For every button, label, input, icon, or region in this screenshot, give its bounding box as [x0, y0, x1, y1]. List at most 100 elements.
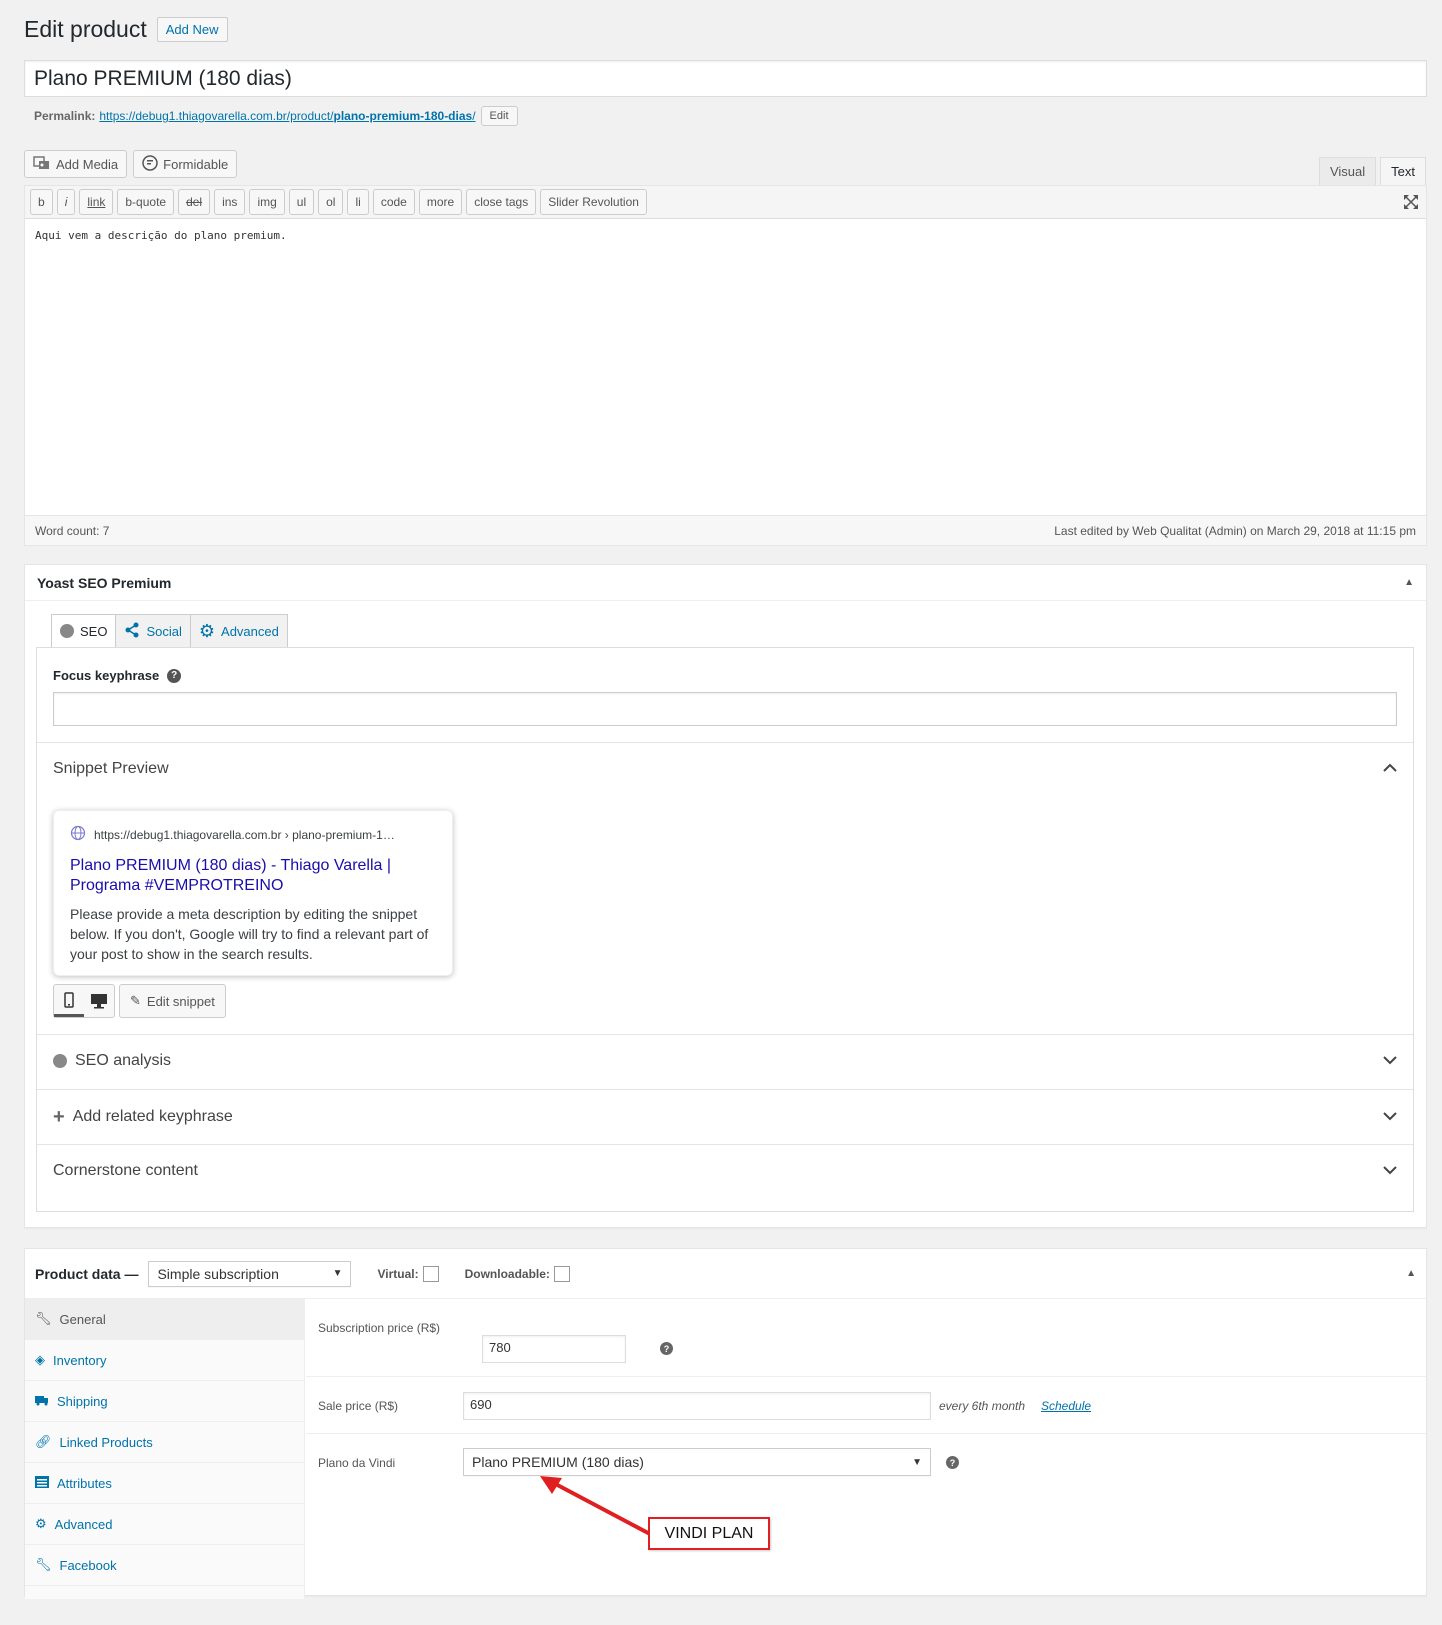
- focus-keyphrase-label: Focus keyphrase ?: [53, 668, 182, 683]
- product-type-select[interactable]: Simple subscription ▼: [148, 1260, 352, 1287]
- qt-italic[interactable]: i: [56, 189, 76, 215]
- permalink-label: Permalink:: [34, 109, 96, 123]
- wrench-icon: 🔧︎: [35, 1557, 52, 1572]
- mobile-icon[interactable]: [54, 985, 84, 1017]
- help-icon[interactable]: ?: [660, 1342, 673, 1355]
- tab-general[interactable]: 🔧︎ General: [25, 1299, 304, 1340]
- help-icon[interactable]: ?: [167, 668, 182, 683]
- chevron-up-icon[interactable]: [1383, 760, 1397, 778]
- snippet-url-row: https://debug1.thiagovarella.com.br › pl…: [70, 825, 436, 844]
- schedule-link[interactable]: Schedule: [1041, 1399, 1091, 1413]
- seo-score-icon: [60, 624, 74, 638]
- yoast-tabs: SEO Social ⚙ Advanced: [51, 614, 288, 648]
- sale-price-label: Sale price (R$): [318, 1399, 399, 1413]
- add-media-button[interactable]: Add Media: [24, 150, 128, 178]
- qt-more[interactable]: more: [418, 189, 463, 215]
- subscription-price-label: Subscription price (R$): [318, 1321, 441, 1335]
- chevron-down-icon[interactable]: [1383, 1108, 1397, 1126]
- wrench-icon: 🔧︎: [35, 1311, 52, 1326]
- formidable-button[interactable]: Formidable: [133, 150, 238, 178]
- snippet-title[interactable]: Plano PREMIUM (180 dias) - Thiago Varell…: [70, 856, 436, 896]
- cornerstone-content-header[interactable]: Cornerstone content: [53, 1162, 1397, 1180]
- qt-bold[interactable]: b: [30, 189, 53, 215]
- fullscreen-icon[interactable]: [1401, 192, 1421, 212]
- qt-del[interactable]: del: [178, 189, 211, 215]
- downloadable-option[interactable]: Downloadable:: [465, 1265, 570, 1282]
- snippet-preview-header[interactable]: Snippet Preview: [53, 760, 1397, 778]
- gear-icon: ⚙: [198, 621, 216, 641]
- tab-visual[interactable]: Visual: [1318, 157, 1377, 185]
- qt-ul[interactable]: ul: [288, 189, 315, 215]
- sale-price-row: Sale price (R$) 690 every 6th month Sche…: [306, 1377, 1426, 1434]
- tab-attributes[interactable]: Attributes: [25, 1463, 304, 1504]
- product-data-label: Product data —: [35, 1265, 139, 1282]
- help-icon[interactable]: ?: [946, 1456, 959, 1469]
- quicktags-toolbar: b i link b-quote del ins img ul ol li co…: [25, 186, 1426, 219]
- tab-text[interactable]: Text: [1380, 157, 1426, 185]
- gear-icon: ⚙: [35, 1516, 47, 1531]
- device-toggle: [53, 984, 115, 1018]
- tab-linked-products[interactable]: 🔗︎ Linked Products: [25, 1422, 304, 1463]
- yoast-title: Yoast SEO Premium: [37, 574, 172, 591]
- editor-status-bar: Word count: 7 Last edited by Web Qualita…: [25, 515, 1426, 545]
- snippet-description: Please provide a meta description by edi…: [70, 906, 429, 962]
- qt-blockquote[interactable]: b-quote: [117, 189, 175, 215]
- tab-inventory[interactable]: ◈ Inventory: [25, 1340, 304, 1381]
- annotation-arrow: [540, 1476, 651, 1536]
- add-new-button[interactable]: Add New: [156, 17, 228, 42]
- editor-content[interactable]: Aqui vem a descrição do plano premium.: [25, 219, 1426, 515]
- yoast-seo-panel: Focus keyphrase ? Snippet Preview https:…: [36, 647, 1414, 1212]
- qt-link[interactable]: link: [79, 189, 114, 215]
- media-buttons: Add Media Formidable: [24, 150, 238, 178]
- google-snippet-preview: https://debug1.thiagovarella.com.br › pl…: [53, 810, 453, 976]
- subscription-price-input[interactable]: 780: [482, 1335, 626, 1363]
- share-icon: [124, 622, 140, 641]
- qt-li[interactable]: li: [347, 189, 369, 215]
- vindi-plan-label: Plano da Vindi: [318, 1456, 396, 1470]
- qt-ol[interactable]: ol: [318, 189, 344, 215]
- virtual-option[interactable]: Virtual:: [377, 1265, 439, 1282]
- yoast-header[interactable]: Yoast SEO Premium ▲: [25, 565, 1426, 601]
- tab-advanced[interactable]: ⚙ Advanced: [189, 614, 288, 648]
- tag-icon: ◈: [35, 1352, 45, 1367]
- tab-facebook[interactable]: 🔧︎ Facebook: [25, 1545, 304, 1586]
- chevron-down-icon[interactable]: [1383, 1052, 1397, 1070]
- tab-shipping[interactable]: Shipping: [25, 1381, 304, 1422]
- sale-price-input[interactable]: 690: [463, 1392, 931, 1420]
- tab-advanced[interactable]: ⚙ Advanced: [25, 1504, 304, 1545]
- pencil-icon: ✎: [130, 993, 141, 1008]
- collapse-arrow-icon[interactable]: ▲: [1406, 1268, 1416, 1279]
- qt-ins[interactable]: ins: [214, 189, 246, 215]
- seo-analysis-header[interactable]: SEO analysis: [53, 1052, 1397, 1070]
- divider: [37, 1089, 1413, 1090]
- permalink-link[interactable]: https://debug1.thiagovarella.com.br/prod…: [99, 109, 475, 123]
- qt-img[interactable]: img: [249, 189, 285, 215]
- vindi-plan-row: Plano da Vindi Plano PREMIUM (180 dias) …: [306, 1434, 1426, 1599]
- product-data-tabs: 🔧︎ General ◈ Inventory Shipping 🔗︎ Linke…: [25, 1299, 305, 1599]
- subscription-period: every 6th month: [939, 1399, 1026, 1413]
- chevron-down-icon[interactable]: [1383, 1162, 1397, 1180]
- desktop-icon[interactable]: [84, 985, 114, 1017]
- post-title-input[interactable]: [24, 60, 1427, 97]
- focus-keyphrase-input[interactable]: [53, 692, 1397, 726]
- tab-social[interactable]: Social: [115, 614, 191, 648]
- globe-icon: [70, 825, 86, 844]
- permalink: Permalink: https://debug1.thiagovarella.…: [34, 106, 518, 126]
- divider: [37, 742, 1413, 743]
- virtual-checkbox[interactable]: [422, 1265, 439, 1282]
- permalink-edit-button[interactable]: Edit: [480, 106, 518, 126]
- downloadable-checkbox[interactable]: [553, 1265, 570, 1282]
- qt-close-tags[interactable]: close tags: [466, 189, 537, 215]
- qt-code[interactable]: code: [372, 189, 415, 215]
- edit-snippet-button[interactable]: ✎ Edit snippet: [119, 984, 226, 1018]
- qt-slider-revolution[interactable]: Slider Revolution: [540, 189, 647, 215]
- tab-seo[interactable]: SEO: [51, 614, 117, 648]
- collapse-arrow-icon[interactable]: ▲: [1404, 577, 1414, 588]
- word-count: Word count: 7: [35, 523, 110, 538]
- seo-status-icon: [53, 1054, 67, 1068]
- product-data-body: 🔧︎ General ◈ Inventory Shipping 🔗︎ Linke…: [25, 1299, 1426, 1599]
- add-related-keyphrase-header[interactable]: + Add related keyphrase: [53, 1107, 1397, 1127]
- link-icon: 🔗︎: [35, 1434, 52, 1449]
- product-data-header: Product data — Simple subscription ▼ Vir…: [25, 1249, 1426, 1299]
- truck-icon: [35, 1394, 49, 1409]
